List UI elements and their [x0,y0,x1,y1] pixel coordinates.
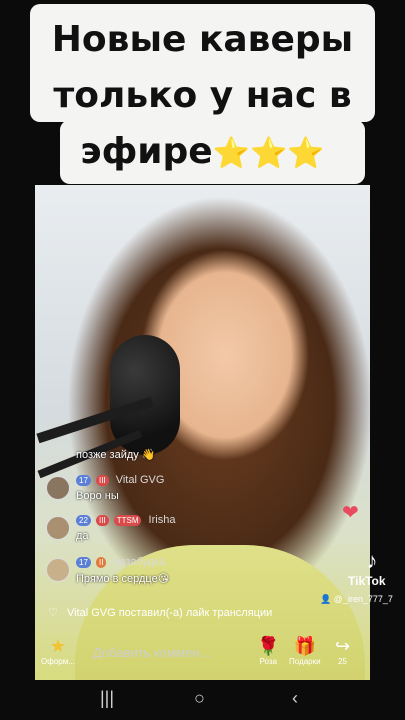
tiktok-brand: TikTok [348,574,386,588]
chat-username[interactable]: Irisha [149,514,176,526]
tiktok-watermark: ♪ TikTok 👤 @_iren_777_7 [320,548,405,604]
back-button[interactable]: ‹ [292,688,298,709]
like-event: ♡ Vital GVG поставил(-а) лайк трансляции [48,606,272,619]
level-badge: 17 [76,556,91,568]
bottom-action-bar: ★ Оформ... Добавить коммен... 🌹 Роза 🎁 П… [35,632,370,672]
rose-icon: 🌹 [257,636,280,656]
caption-line-1: Новые каверы [51,19,354,60]
rose-label: Роза [259,657,277,666]
tiktok-username: @_iren_777_7 [333,594,393,604]
caption-line-3: эфире⭐⭐⭐ [30,130,375,176]
tiktok-logo-icon: ♪ [366,548,378,573]
level-badge: 17 [76,474,91,486]
home-button[interactable]: ○ [194,688,205,709]
explore-label: Оформ... [41,657,75,666]
caption-overlay: Новые каверы только у нас в эфире⭐⭐⭐ [30,0,375,190]
heart-outline-icon: ♡ [48,607,58,619]
chat-username[interactable]: Vital GVG [116,474,165,486]
explore-button[interactable]: ★ Оформ... [41,636,75,666]
caption-line-3-text: эфире [80,131,213,172]
avatar[interactable] [46,476,70,500]
share-icon: ↪ [335,636,351,656]
chat-message-text: Прямо в сердце😘 [76,573,170,585]
fan-badge: II [95,556,107,568]
gift-icon: 🎁 [293,636,316,656]
person-icon: 👤 [320,594,332,604]
team-badge: TTSM [113,514,142,526]
gifts-button[interactable]: 🎁 Подарки [289,636,321,666]
star-icon: ★ [49,636,66,656]
comment-placeholder: Добавить коммен... [93,645,211,660]
level-badge: 22 [76,514,91,526]
floating-heart-icon: ❤ [342,502,359,524]
chat-message-text: позже зайду 👋 [76,449,156,461]
avatar[interactable] [46,516,70,540]
like-event-text: Vital GVG поставил(-а) лайк трансляции [66,607,273,619]
share-button[interactable]: ↪ 25 [335,636,350,666]
comment-input[interactable]: Добавить коммен... [93,642,238,664]
share-count: 25 [338,657,347,666]
caption-line-2: только у нас в [53,75,352,116]
rose-gift-button[interactable]: 🌹 Роза [257,636,279,666]
avatar[interactable] [46,558,70,582]
fan-badge: III [95,474,109,486]
fan-badge: III [95,514,109,526]
tiktok-user: 👤 @_iren_777_7 [320,594,393,605]
chat-message-text: Воро ны [76,490,119,502]
chat-username[interactable]: незабудка [113,556,165,568]
system-nav-bar: ||| ○ ‹ [0,680,405,720]
star-icons: ⭐⭐⭐ [212,136,325,171]
gifts-label: Подарки [289,657,321,666]
recent-apps-button[interactable]: ||| [100,688,114,709]
chat-message-text: да [76,530,89,542]
